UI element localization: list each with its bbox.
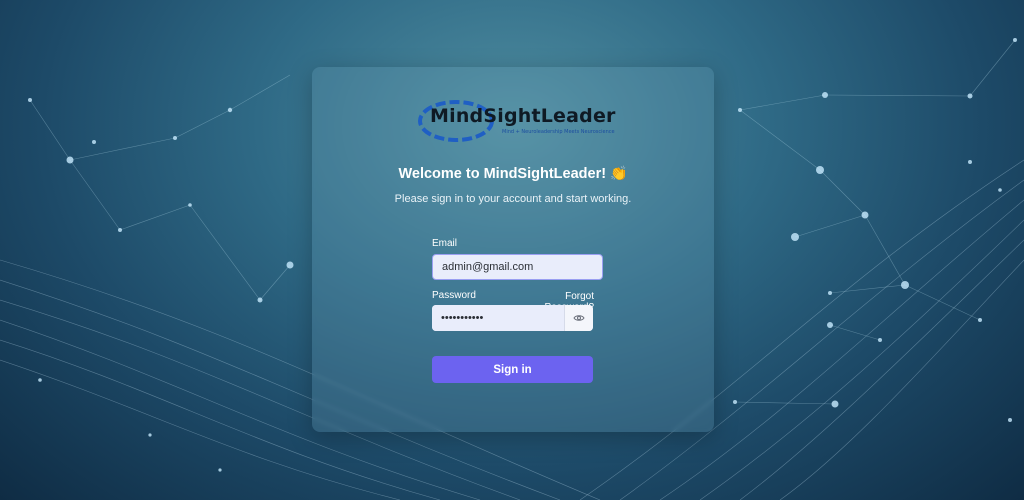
welcome-heading: Welcome to MindSightLeader! 👏	[312, 165, 714, 182]
password-input[interactable]	[432, 305, 563, 331]
clapping-hands-icon: 👏	[610, 165, 628, 181]
sign-in-button[interactable]: Sign in	[432, 356, 593, 383]
password-field	[432, 305, 593, 331]
email-label: Email	[432, 238, 458, 249]
welcome-subtitle: Please sign in to your account and start…	[394, 193, 632, 205]
password-label: Password	[432, 290, 476, 301]
logo-wordmark: MindSightLeader	[430, 105, 616, 127]
login-page: MindSightLeader Mind + Neuroleadership M…	[0, 0, 1024, 500]
login-card: MindSightLeader Mind + Neuroleadership M…	[312, 67, 714, 432]
brand-logo: MindSightLeader Mind + Neuroleadership M…	[416, 93, 616, 145]
toggle-password-visibility-button[interactable]	[564, 305, 593, 331]
welcome-title: Welcome to MindSightLeader!	[398, 166, 607, 182]
email-input[interactable]	[432, 254, 603, 280]
eye-icon	[573, 315, 585, 321]
logo-tagline: Mind + Neuroleadership Meets Neuroscienc…	[502, 129, 615, 135]
